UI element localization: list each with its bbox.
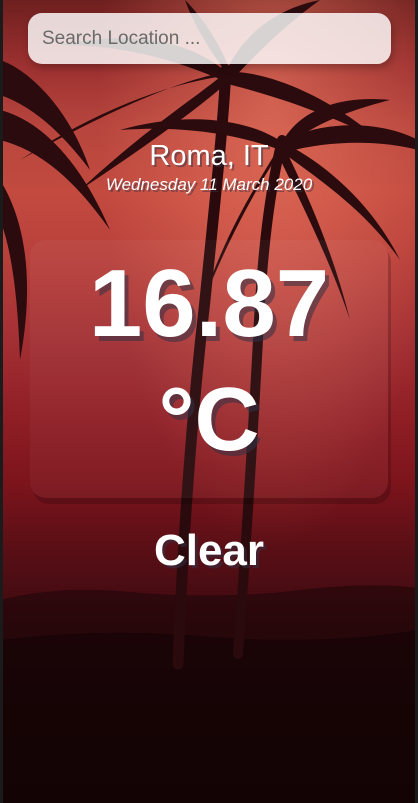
weather-app: Roma, IT Wednesday 11 March 2020 16.87 °…: [0, 0, 418, 803]
temperature-unit: °C: [158, 370, 260, 470]
temperature-box: 16.87 °C: [30, 240, 388, 498]
search-location-input[interactable]: [28, 13, 391, 64]
current-date: Wednesday 11 March 2020: [105, 175, 313, 194]
temperature-value: 16.87: [88, 250, 330, 357]
location-box: Roma, IT Wednesday 11 March 2020: [0, 138, 418, 196]
location-name: Roma, IT: [149, 140, 269, 172]
weather-condition: Clear: [153, 526, 265, 575]
left-border: [0, 0, 3, 803]
